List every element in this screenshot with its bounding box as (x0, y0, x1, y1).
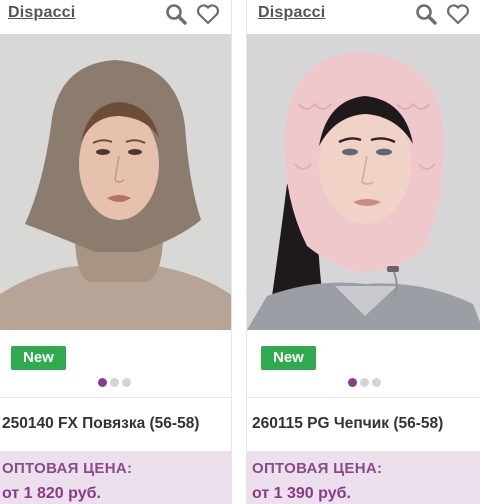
heart-icon (196, 4, 220, 25)
product-card: Dispacci (246, 0, 480, 504)
image-dot[interactable] (97, 378, 107, 387)
price-box: ОПТОВАЯ ЦЕНА: от 1 390 руб. (247, 452, 480, 504)
price-label: ОПТОВАЯ ЦЕНА: (252, 460, 383, 477)
quick-view-button[interactable] (163, 2, 189, 26)
image-dot[interactable] (371, 378, 381, 387)
divider (0, 397, 231, 398)
card-header: Dispacci (0, 0, 231, 30)
heart-icon (446, 4, 470, 25)
image-dot[interactable] (109, 378, 119, 387)
quick-view-button[interactable] (413, 2, 439, 26)
brand-link[interactable]: Dispacci (258, 4, 325, 22)
search-icon (166, 4, 187, 25)
price-box: ОПТОВАЯ ЦЕНА: от 1 820 руб. (0, 452, 231, 504)
product-image (0, 34, 231, 330)
price-value: от 1 820 руб. (2, 485, 101, 502)
card-header: Dispacci (247, 0, 480, 30)
divider (247, 397, 480, 398)
image-dot[interactable] (359, 378, 369, 387)
image-dot[interactable] (121, 378, 131, 387)
new-badge: New (11, 346, 66, 370)
new-badge: New (261, 346, 316, 370)
image-pagination (0, 378, 231, 387)
product-title[interactable]: 250140 FX Повязка (56-58) (2, 415, 231, 433)
product-title[interactable]: 260115 PG Чепчик (56-58) (252, 415, 480, 433)
image-pagination (247, 378, 480, 387)
product-photo[interactable] (247, 34, 480, 330)
price-label: ОПТОВАЯ ЦЕНА: (2, 460, 133, 477)
price-value: от 1 390 руб. (252, 485, 351, 502)
image-dot[interactable] (347, 378, 357, 387)
product-photo[interactable] (0, 34, 231, 330)
search-icon (416, 4, 437, 25)
brand-link[interactable]: Dispacci (8, 4, 75, 22)
product-card: Dispacci (0, 0, 232, 504)
favorite-button[interactable] (445, 2, 471, 26)
product-image (247, 34, 480, 330)
favorite-button[interactable] (195, 2, 221, 26)
